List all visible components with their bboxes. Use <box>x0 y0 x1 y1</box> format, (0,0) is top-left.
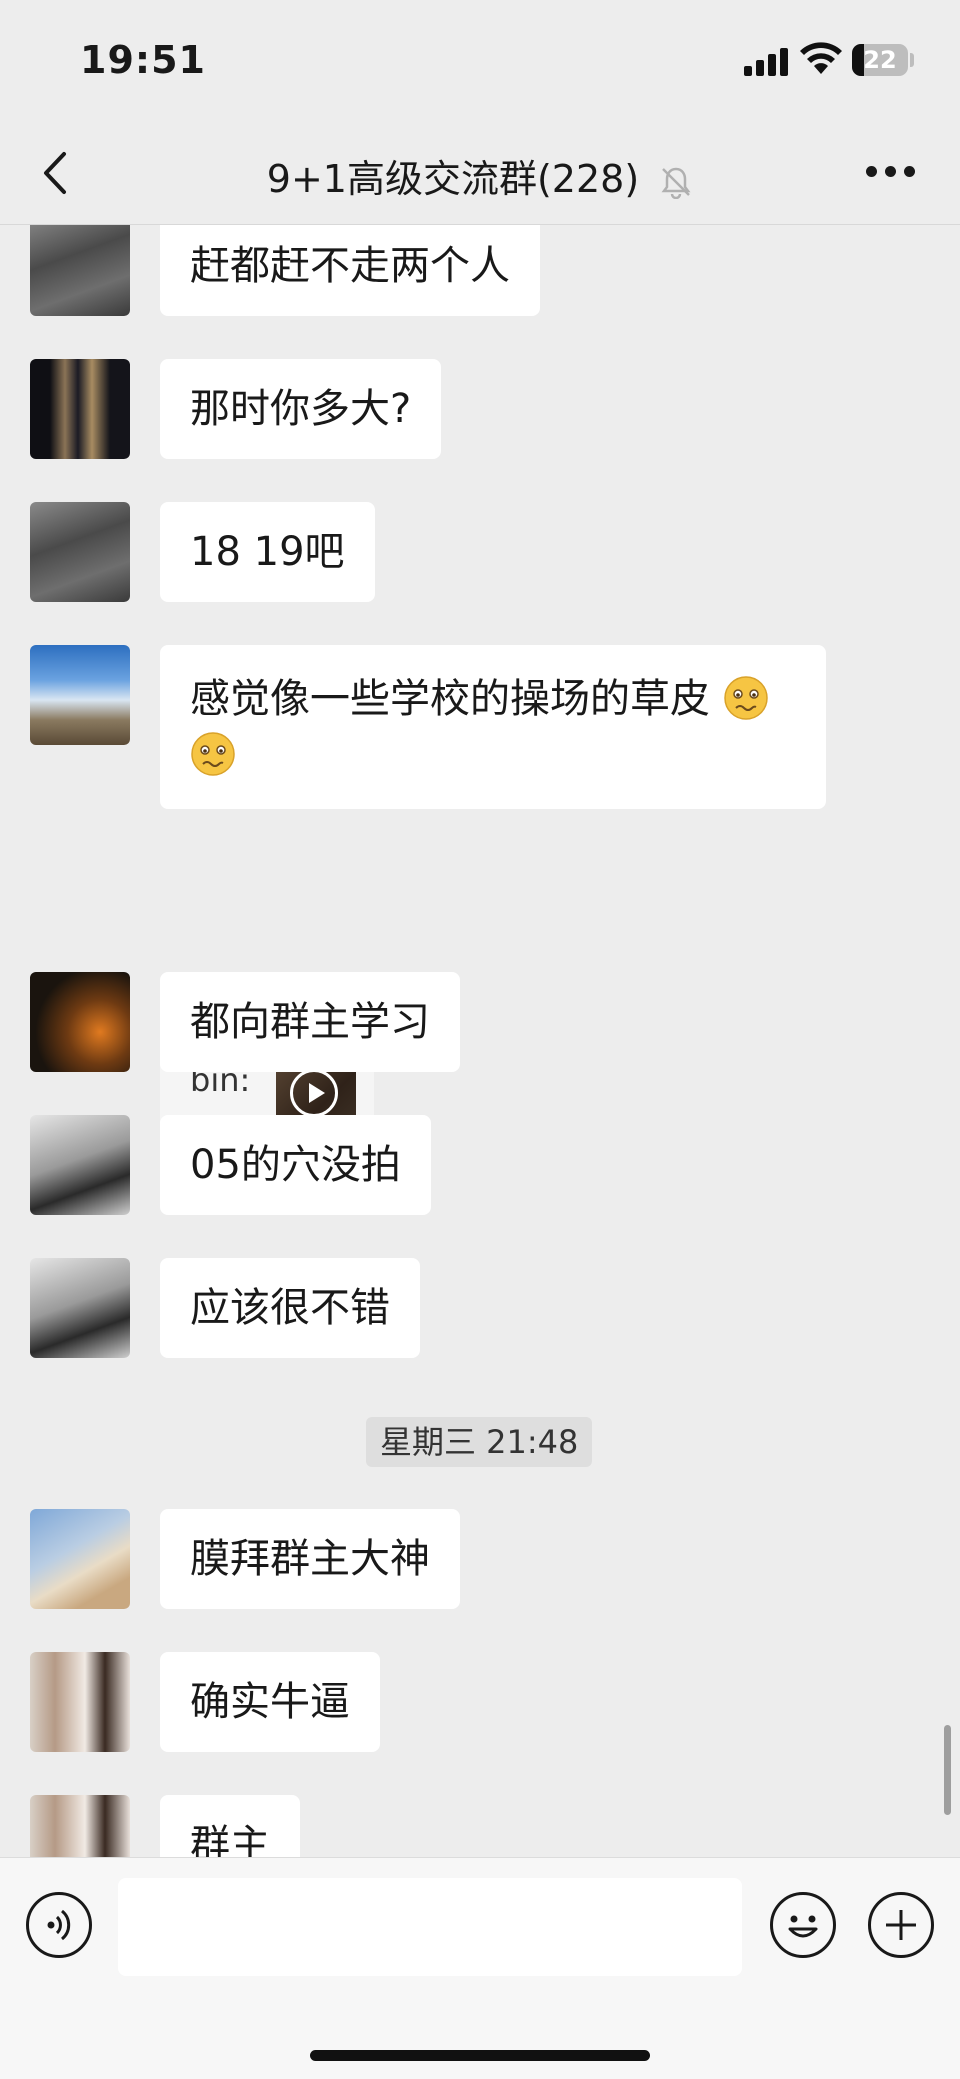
message-bubble[interactable]: 05的穴没拍 <box>160 1115 431 1215</box>
chat-title-text: 9+1高级交流群(228) <box>266 157 640 201</box>
more-icon[interactable] <box>866 166 916 178</box>
avatar[interactable] <box>30 502 130 602</box>
chat-header: 9+1高级交流群(228) <box>0 120 960 225</box>
avatar[interactable] <box>30 1258 130 1358</box>
timestamp-divider: 星期三 21:48 <box>366 1417 593 1467</box>
message-bubble[interactable]: 膜拜群主大神 <box>160 1509 460 1609</box>
mute-bell-icon <box>661 167 691 199</box>
avatar[interactable] <box>30 645 130 745</box>
message-bubble[interactable]: 确实牛逼 <box>160 1652 380 1752</box>
avatar[interactable] <box>30 1652 130 1752</box>
status-time: 19:51 <box>80 38 206 82</box>
avatar[interactable] <box>30 1509 130 1609</box>
message-bubble-multiline[interactable]: 感觉像一些学校的操场的草皮 <box>160 645 826 809</box>
home-indicator[interactable] <box>310 2050 650 2061</box>
battery-tip <box>910 53 914 67</box>
plus-icon[interactable] <box>868 1892 934 1958</box>
cellular-signal-icon <box>744 46 790 76</box>
battery-icon: 22 <box>852 44 908 76</box>
avatar[interactable] <box>30 359 130 459</box>
message-bubble[interactable]: 应该很不错 <box>160 1258 420 1358</box>
message-bubble[interactable]: 都向群主学习 <box>160 972 460 1072</box>
woozy-face-emoji-icon <box>191 732 235 776</box>
message-bubble[interactable]: 18 19吧 <box>160 502 375 602</box>
message-bubble[interactable]: 赶都赶不走两个人 <box>160 225 540 316</box>
scrollbar[interactable] <box>944 1725 951 1815</box>
status-bar: 19:51 22 <box>0 0 960 120</box>
input-bar <box>0 1857 960 2079</box>
play-icon <box>290 1069 338 1117</box>
emoji-icon[interactable] <box>770 1892 836 1958</box>
avatar[interactable] <box>30 972 130 1072</box>
woozy-face-emoji-icon <box>723 676 768 720</box>
avatar[interactable] <box>30 225 130 316</box>
message-text: 感觉像一些学校的操场的草皮 <box>190 676 710 722</box>
message-bubble[interactable]: 那时你多大? <box>160 359 442 459</box>
chat-title: 9+1高级交流群(228) <box>0 148 960 203</box>
message-bubble[interactable]: 群主 <box>160 1795 300 1857</box>
message-list[interactable]: 赶都赶不走两个人 那时你多大? 18 19吧 感觉像一些学校的操场的草皮 bin… <box>0 225 960 1857</box>
battery-level: 22 <box>863 46 897 74</box>
avatar[interactable] <box>30 1795 130 1857</box>
message-input[interactable] <box>118 1878 742 1976</box>
voice-icon[interactable] <box>26 1892 92 1958</box>
avatar[interactable] <box>30 1115 130 1215</box>
wifi-icon <box>800 42 842 74</box>
